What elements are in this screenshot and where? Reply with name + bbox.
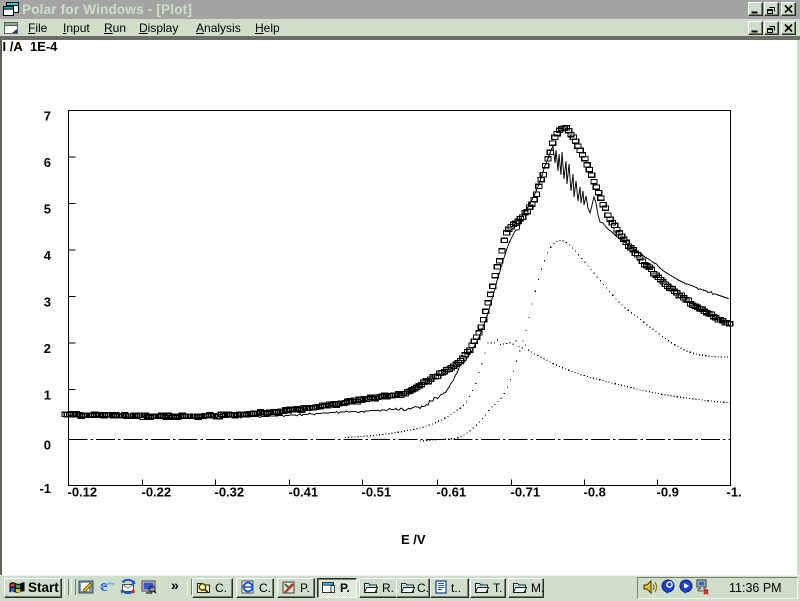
svg-text:-0.71: -0.71: [511, 485, 541, 500]
svg-text:-0.12: -0.12: [68, 485, 98, 500]
svg-text:3: 3: [44, 295, 51, 310]
svg-text:-0.8: -0.8: [584, 485, 606, 500]
svg-text:5: 5: [44, 202, 51, 217]
svg-text:-1: -1: [39, 481, 51, 496]
svg-text:I /A 1E-4: I /A 1E-4: [3, 40, 59, 54]
svg-text:-0.22: -0.22: [142, 485, 172, 500]
svg-text:-0.41: -0.41: [289, 485, 319, 500]
svg-text:-1.: -1.: [727, 485, 742, 500]
svg-text:0: 0: [44, 438, 51, 453]
svg-text:-0.32: -0.32: [215, 485, 245, 500]
svg-text:-0.51: -0.51: [362, 485, 392, 500]
svg-text:E /V: E /V: [401, 532, 426, 547]
svg-text:4: 4: [44, 248, 52, 263]
svg-text:-0.9: -0.9: [657, 485, 679, 500]
svg-text:7: 7: [44, 109, 51, 124]
svg-text:-0.61: -0.61: [437, 485, 467, 500]
svg-text:2: 2: [44, 341, 51, 356]
svg-text:6: 6: [44, 155, 51, 170]
svg-text:1: 1: [44, 388, 51, 403]
